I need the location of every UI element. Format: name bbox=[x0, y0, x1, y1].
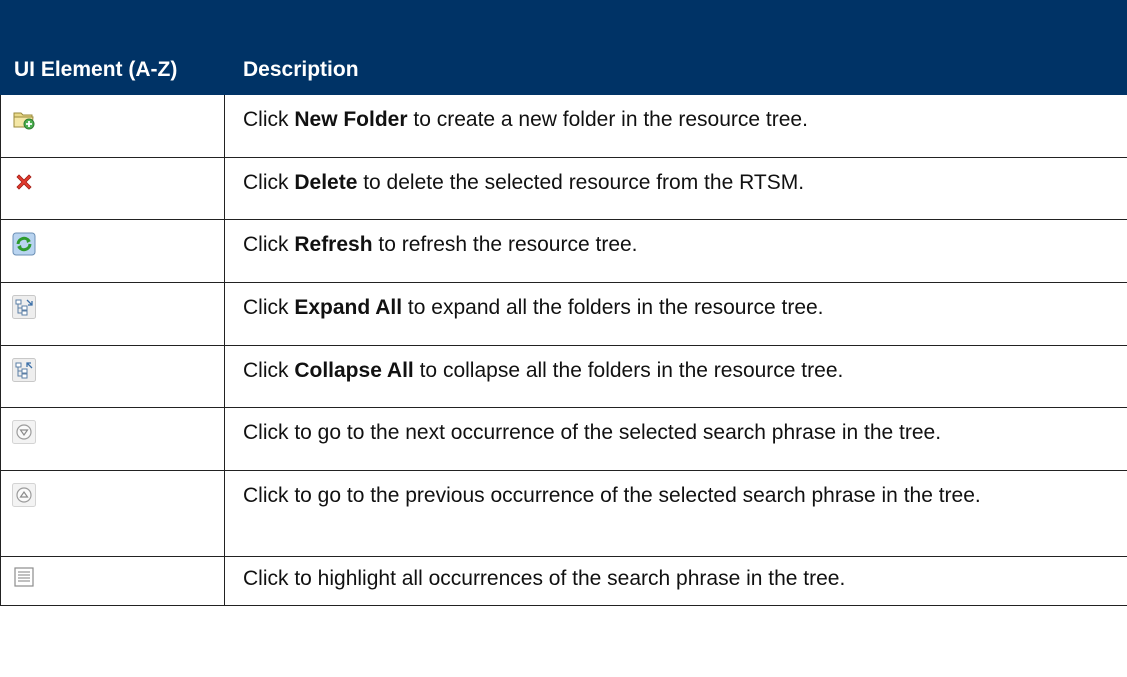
description-cell: Click Collapse All to collapse all the f… bbox=[224, 345, 1127, 408]
expand-all-icon bbox=[12, 295, 36, 319]
table-header-row: UI Element (A-Z) Description bbox=[0, 0, 1127, 95]
icon-cell bbox=[0, 282, 225, 346]
icon-cell bbox=[0, 556, 225, 606]
table-row: Click to go to the next occurrence of th… bbox=[0, 407, 1127, 471]
refresh-label: Refresh bbox=[294, 233, 373, 256]
new-folder-icon bbox=[12, 107, 36, 131]
previous-occurrence-icon bbox=[12, 483, 36, 507]
collapse-all-icon bbox=[12, 358, 36, 382]
header-ui-element: UI Element (A-Z) bbox=[0, 0, 225, 95]
table-row: Click Collapse All to collapse all the f… bbox=[0, 345, 1127, 408]
refresh-icon bbox=[12, 232, 36, 256]
icon-cell bbox=[0, 157, 225, 220]
table-row: Click to go to the previous occurrence o… bbox=[0, 470, 1127, 557]
delete-icon bbox=[12, 170, 36, 194]
table-row: Click Expand All to expand all the folde… bbox=[0, 282, 1127, 346]
description-cell: Click to highlight all occurrences of th… bbox=[224, 556, 1127, 606]
icon-cell bbox=[0, 94, 225, 158]
table-row: Click to highlight all occurrences of th… bbox=[0, 556, 1127, 606]
collapse-all-label: Collapse All bbox=[294, 359, 414, 382]
ui-elements-table: UI Element (A-Z) Description Click New F… bbox=[0, 0, 1127, 606]
description-cell: Click to go to the previous occurrence o… bbox=[224, 470, 1127, 557]
description-cell: Click Delete to delete the selected reso… bbox=[224, 157, 1127, 220]
header-description: Description bbox=[224, 0, 1127, 95]
description-cell: Click New Folder to create a new folder … bbox=[224, 94, 1127, 158]
icon-cell bbox=[0, 470, 225, 557]
new-folder-label: New Folder bbox=[294, 108, 408, 131]
highlight-all-icon bbox=[12, 565, 36, 589]
description-cell: Click to go to the next occurrence of th… bbox=[224, 407, 1127, 471]
table-row: Click New Folder to create a new folder … bbox=[0, 94, 1127, 158]
table-row: Click Refresh to refresh the resource tr… bbox=[0, 219, 1127, 283]
delete-label: Delete bbox=[294, 171, 358, 194]
icon-cell bbox=[0, 345, 225, 408]
icon-cell bbox=[0, 219, 225, 283]
description-cell: Click Refresh to refresh the resource tr… bbox=[224, 219, 1127, 283]
expand-all-label: Expand All bbox=[294, 296, 403, 319]
next-occurrence-icon bbox=[12, 420, 36, 444]
icon-cell bbox=[0, 407, 225, 471]
description-cell: Click Expand All to expand all the folde… bbox=[224, 282, 1127, 346]
table-row: Click Delete to delete the selected reso… bbox=[0, 157, 1127, 220]
